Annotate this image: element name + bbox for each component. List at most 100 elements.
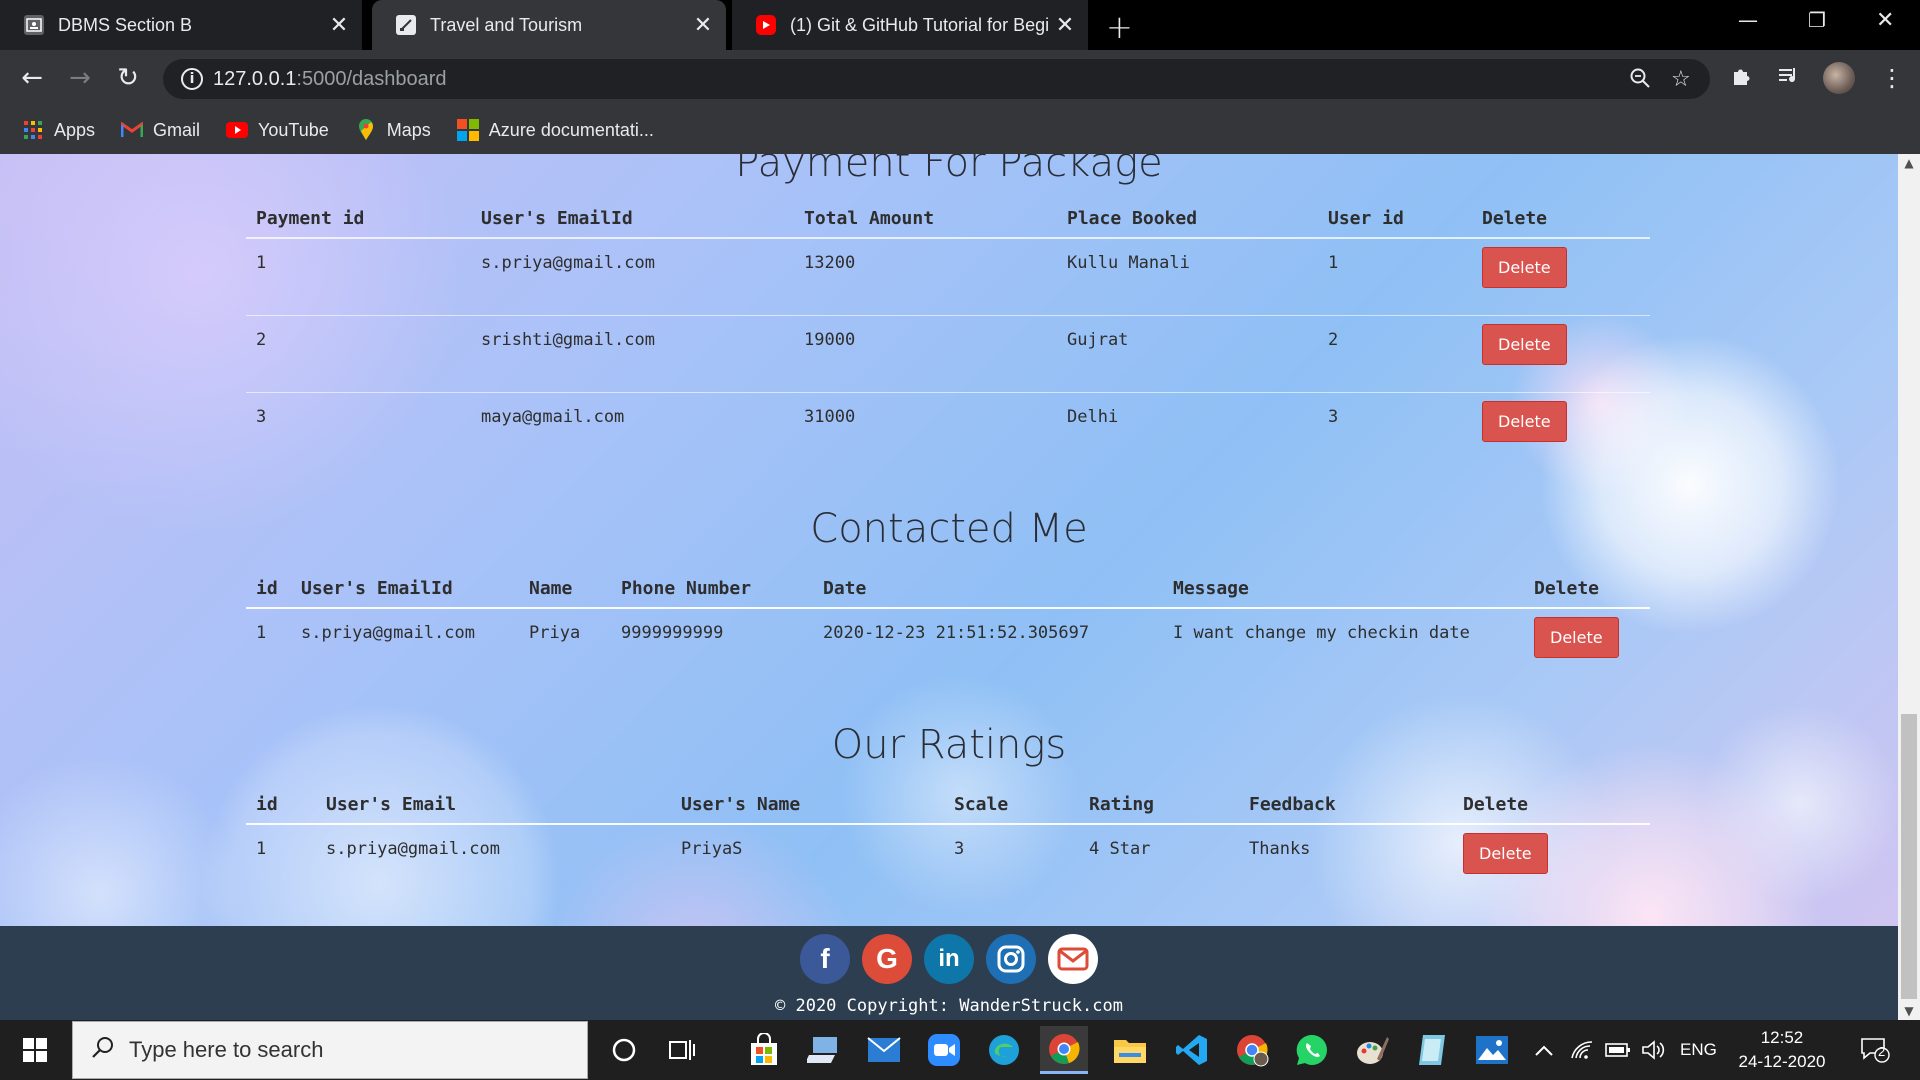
bookmark-gmail[interactable]: Gmail — [121, 119, 200, 141]
delete-cell: Delete — [1472, 238, 1650, 315]
bookmark-youtube[interactable]: YouTube — [226, 119, 329, 141]
facebook-icon[interactable]: f — [800, 934, 850, 984]
col-header: id — [246, 780, 316, 825]
bookmark-label: Azure documentati... — [488, 119, 654, 140]
col-header: Total Amount — [794, 194, 1057, 239]
profile-avatar[interactable] — [1823, 62, 1855, 94]
back-icon[interactable]: ← — [14, 60, 50, 96]
vscode-icon[interactable] — [1168, 1026, 1216, 1074]
cortana-icon[interactable] — [600, 1026, 648, 1074]
taskbar-search-box[interactable]: Type here to search — [72, 1021, 588, 1079]
scrollbar-thumb[interactable] — [1901, 714, 1917, 999]
instagram-icon[interactable] — [986, 934, 1036, 984]
user-id: 2 — [1318, 314, 1472, 392]
payment-id: 1 — [256, 253, 267, 273]
close-tab-icon[interactable]: ✕ — [1050, 12, 1080, 38]
whatsapp-icon[interactable] — [1288, 1026, 1336, 1074]
file-explorer-icon[interactable] — [1106, 1026, 1154, 1074]
delete-button[interactable]: Delete — [1482, 247, 1567, 288]
chrome-menu-icon[interactable]: ⋮ — [1880, 64, 1904, 92]
linkedin-icon[interactable]: in — [924, 934, 974, 984]
microsoft-store-icon[interactable] — [740, 1026, 788, 1074]
col-header: Rating — [1079, 780, 1239, 825]
col-header: Payment id — [246, 194, 471, 239]
delete-cell: Delete — [1453, 824, 1650, 888]
delete-button[interactable]: Delete — [1482, 323, 1567, 365]
notes-icon[interactable] — [1408, 1026, 1456, 1074]
zoom-icon[interactable] — [1629, 67, 1651, 95]
youtube-icon — [226, 119, 249, 141]
new-tab-icon[interactable]: + — [1106, 8, 1133, 46]
photos-icon[interactable] — [1468, 1026, 1516, 1074]
col-header: Name — [519, 564, 611, 609]
tab-dbms-section-b[interactable]: DBMS Section B ✕ — [0, 0, 362, 50]
url-text[interactable]: 127.0.0.1:5000/dashboard — [213, 68, 447, 91]
close-tab-icon[interactable]: ✕ — [688, 12, 718, 38]
bookmark-apps[interactable]: Apps — [22, 119, 95, 141]
mail-icon[interactable] — [860, 1026, 908, 1074]
task-view-icon[interactable] — [658, 1026, 706, 1074]
windows-taskbar: Type here to search ENG 12:52 24-12-2020… — [0, 1020, 1920, 1080]
social-links: f G in — [0, 934, 1898, 984]
delete-button[interactable]: Delete — [1482, 400, 1567, 442]
chrome-profile-icon[interactable] — [1228, 1026, 1276, 1074]
bookmark-azure-documentation[interactable]: Azure documentati... — [456, 119, 654, 141]
browser-toolbar: ← → ↻ i 127.0.0.1:5000/dashboard ☆ ⋮ — [0, 50, 1920, 106]
input-language[interactable]: ENG — [1680, 1020, 1717, 1080]
ratings-section-title: Our Ratings — [831, 722, 1067, 768]
forward-icon[interactable]: → — [62, 60, 98, 96]
close-window-icon[interactable]: ✕ — [1876, 8, 1894, 33]
delete-button[interactable]: Delete — [1463, 833, 1548, 874]
paint-icon[interactable] — [1348, 1026, 1396, 1074]
delete-cell: Delete — [1524, 608, 1650, 672]
tab-youtube-git-tutorial[interactable]: (1) Git & GitHub Tutorial for Begi ✕ — [732, 0, 1088, 50]
col-header: id — [246, 564, 291, 609]
apps-grid-icon — [22, 119, 44, 141]
show-hidden-icons-icon[interactable] — [1534, 1020, 1554, 1080]
notifications-icon[interactable]: 2 — [1860, 1020, 1890, 1080]
close-tab-icon[interactable]: ✕ — [324, 12, 354, 38]
total-amount: 13200 — [804, 253, 856, 273]
delete-button[interactable]: Delete — [1534, 617, 1619, 658]
rating-scale: 3 — [954, 839, 965, 859]
reload-icon[interactable]: ↻ — [110, 60, 146, 96]
windows-start-icon[interactable] — [0, 1020, 70, 1080]
chrome-icon[interactable] — [1040, 1026, 1088, 1074]
address-bar[interactable]: i 127.0.0.1:5000/dashboard ☆ — [163, 59, 1710, 99]
user-email: maya@gmail.com — [471, 391, 794, 469]
scroll-down-arrow-icon[interactable]: ▼ — [1898, 1004, 1920, 1018]
site-info-icon[interactable]: i — [181, 68, 203, 90]
edge-icon[interactable] — [980, 1026, 1028, 1074]
extensions-icon[interactable] — [1730, 64, 1754, 94]
delete-cell: Delete — [1472, 314, 1650, 392]
contact-date: 2020-12-23 21:51:52.305697 — [823, 623, 1090, 643]
minimize-icon[interactable]: — — [1738, 8, 1758, 32]
bookmark-label: Gmail — [153, 119, 201, 140]
url-host: 127.0.0.1 — [213, 68, 297, 90]
maps-pin-icon — [355, 119, 377, 141]
google-icon[interactable]: G — [862, 934, 912, 984]
volume-icon[interactable] — [1641, 1020, 1667, 1080]
scroll-up-arrow-icon[interactable]: ▲ — [1898, 156, 1920, 170]
bookmark-star-icon[interactable]: ☆ — [1671, 67, 1691, 92]
bookmark-maps[interactable]: Maps — [355, 119, 431, 141]
media-control-icon[interactable] — [1777, 64, 1801, 94]
system-clock[interactable]: 12:52 24-12-2020 — [1714, 1026, 1850, 1074]
page-scrollbar[interactable]: ▲ ▼ — [1898, 154, 1920, 1020]
zoom-app-icon[interactable] — [920, 1026, 968, 1074]
tab-travel-and-tourism[interactable]: Travel and Tourism ✕ — [372, 0, 726, 50]
tab-label: DBMS Section B — [58, 14, 193, 35]
wifi-icon[interactable] — [1570, 1020, 1594, 1080]
battery-icon[interactable] — [1605, 1020, 1631, 1080]
user-email: s.priya@gmail.com — [301, 623, 475, 643]
rating-feedback: Thanks — [1249, 839, 1311, 859]
user-id: 3 — [1318, 391, 1472, 469]
restore-icon[interactable]: ❐ — [1808, 8, 1826, 32]
table-row: 1 s.priya@gmail.com Priya 9999999999 202… — [246, 608, 1650, 672]
file-sync-icon[interactable] — [800, 1026, 848, 1074]
notification-count: 2 — [1878, 1044, 1886, 1059]
search-icon — [91, 1035, 115, 1065]
email-icon[interactable] — [1048, 934, 1098, 984]
col-header: Feedback — [1239, 780, 1453, 825]
user-name: PriyaS — [681, 839, 743, 859]
